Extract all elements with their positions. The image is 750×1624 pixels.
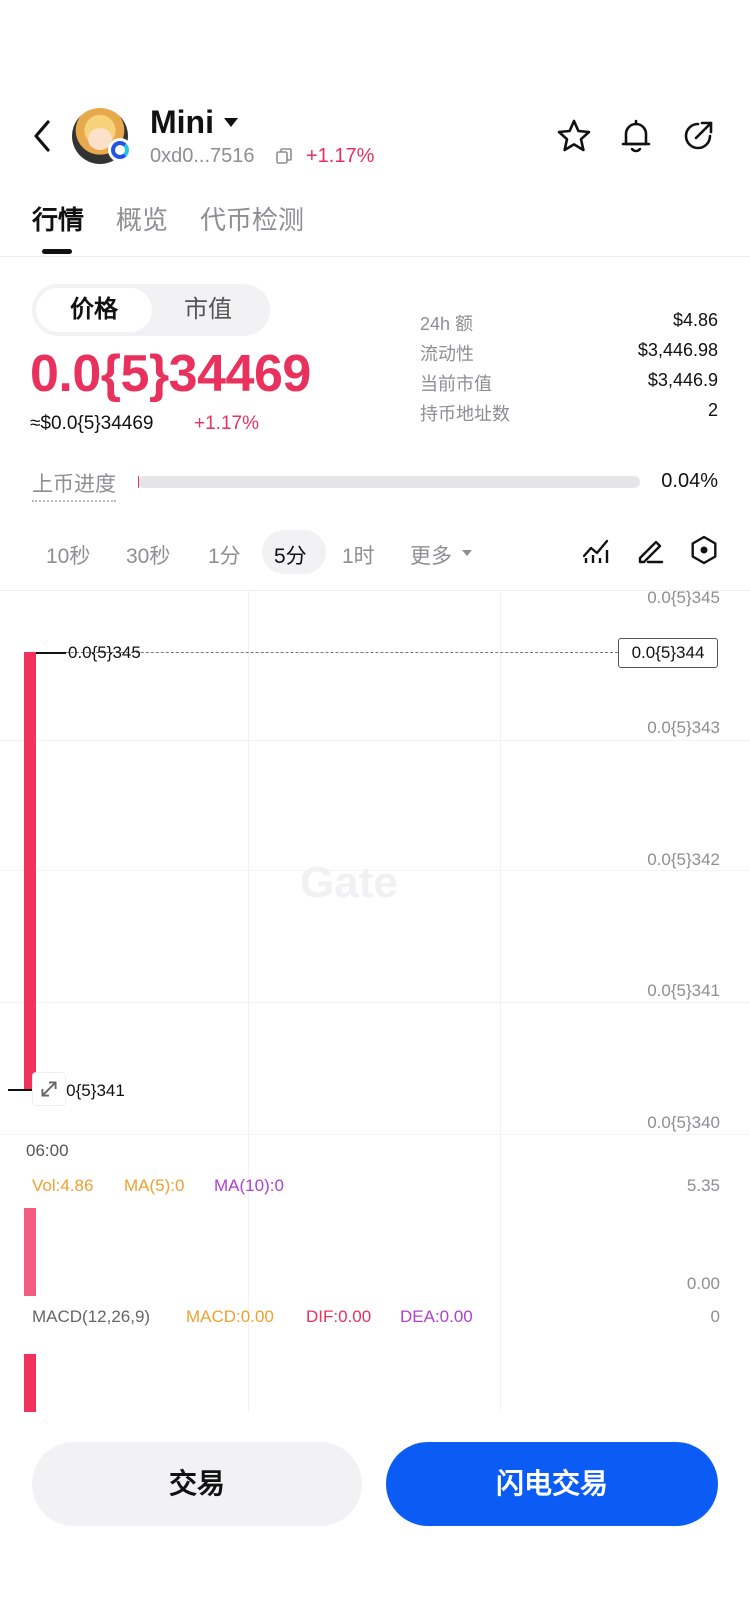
price-axis-label: 0.0{5}345 [647,588,720,607]
interval-30s[interactable]: 30秒 [126,540,170,570]
active-tab-indicator [42,249,72,254]
usd-price-change: +1.17% [194,413,259,434]
tab-overview[interactable]: 概览 [116,200,168,237]
draw-pencil-icon[interactable] [634,534,666,566]
volume-axis-top: 5.35 [686,1176,720,1195]
price-axis-label: 0.0{5}340 [647,1113,720,1132]
chain-badge-icon [108,138,132,162]
price-axis-label: 0.0{5}343 [647,718,720,737]
price-mcap-toggle: 价格 市值 [32,284,270,336]
tab-token-check[interactable]: 代币检测 [200,200,304,237]
listing-progress-value: 0.04% [661,470,718,492]
star-icon[interactable] [556,118,592,154]
macd-value: MACD:0.00 [186,1307,274,1326]
bell-icon[interactable] [618,118,654,154]
macd-dea: DEA:0.00 [400,1307,473,1326]
chevron-down-icon[interactable] [224,118,238,127]
interval-1h[interactable]: 1时 [342,540,375,570]
tabs-divider [0,256,750,257]
stat-label-volume: 24h 额 [420,314,474,334]
interval-more[interactable]: 更多 [410,540,452,570]
current-price-tag: 0.0{5}344 [618,638,718,668]
token-address: 0xd0...7516 [150,145,255,167]
macd-label: MACD(12,26,9) [32,1307,151,1326]
macd-bar [24,1354,36,1412]
share-icon[interactable] [680,118,716,154]
time-axis-label: 06:00 [26,1141,69,1160]
grid-line-horizontal [0,1002,750,1003]
stat-label-holders: 持币地址数 [420,404,510,424]
interval-5m[interactable]: 5分 [274,540,307,570]
indicator-icon[interactable] [580,534,612,566]
grid-line-vertical [500,591,501,1411]
price-axis-label: 0.0{5}341 [647,981,720,1000]
volume-value: Vol:4.86 [32,1176,94,1195]
volume-ma5: MA(5):0 [124,1176,185,1195]
price-axis-label: 0.0{5}342 [647,850,720,869]
interval-10s[interactable]: 10秒 [46,540,90,570]
stat-value-volume: $4.86 [672,310,718,330]
token-name[interactable]: Mini [150,104,214,141]
tab-market[interactable]: 行情 [32,200,84,237]
stat-value-liquidity: $3,446.98 [637,340,718,360]
listing-progress-bar [138,476,640,488]
gate-watermark: Gate [300,858,398,907]
chart-border [0,590,750,591]
high-price-label: 0.0{5}345 [68,643,141,662]
price-change-badge: +1.17% [306,145,375,167]
stat-value-market-cap: $3,446.9 [647,370,718,390]
high-marker [36,652,66,654]
chevron-down-icon[interactable] [462,550,472,556]
listing-progress-label[interactable]: 上币进度 [32,468,116,502]
copy-icon[interactable] [276,148,292,164]
grid-line-horizontal [0,740,750,741]
interval-1m[interactable]: 1分 [208,540,241,570]
toggle-market-cap[interactable]: 市值 [150,288,266,332]
stat-value-holders: 2 [707,400,718,420]
stat-label-liquidity: 流动性 [420,344,474,364]
macd-axis: 0 [710,1307,720,1326]
expand-icon[interactable] [32,1072,66,1106]
volume-ma10: MA(10):0 [214,1176,284,1195]
back-icon[interactable] [28,118,58,154]
grid-line-horizontal [0,1134,750,1135]
volume-axis-bottom: 0.00 [686,1274,720,1293]
flash-trade-button[interactable]: 闪电交易 [386,1442,718,1526]
current-price: 0.0{5}34469 [30,345,311,403]
stat-label-market-cap: 当前市值 [420,374,492,394]
volume-bar [24,1208,36,1296]
settings-hexagon-icon[interactable] [688,534,720,566]
trade-button[interactable]: 交易 [32,1442,362,1526]
candlestick [24,652,36,1090]
grid-line-vertical [248,591,249,1411]
usd-price: ≈$0.0{5}34469 [30,413,154,434]
toggle-price[interactable]: 价格 [36,288,152,332]
macd-dif: DIF:0.00 [306,1307,372,1326]
